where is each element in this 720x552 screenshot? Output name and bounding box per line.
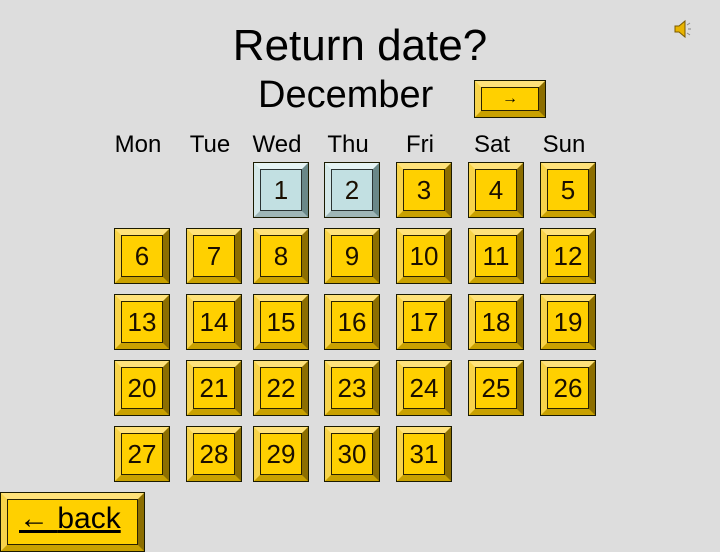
day-label: 31 <box>409 438 439 469</box>
day-label: 23 <box>337 372 367 403</box>
arrow-right-icon: → <box>502 90 518 107</box>
day-label: 9 <box>344 240 360 271</box>
day-button-11[interactable]: 11 <box>468 228 524 284</box>
day-button-18[interactable]: 18 <box>468 294 524 350</box>
day-label: 8 <box>273 240 289 271</box>
day-button-24[interactable]: 24 <box>396 360 452 416</box>
day-label: 27 <box>127 438 157 469</box>
day-label: 12 <box>553 240 583 271</box>
day-button-25[interactable]: 25 <box>468 360 524 416</box>
day-label: 15 <box>266 306 296 337</box>
weekday-sat: Sat <box>473 131 511 158</box>
day-label: 7 <box>206 240 222 271</box>
day-label: 19 <box>553 306 583 337</box>
day-label: 13 <box>127 306 157 337</box>
day-button-5[interactable]: 5 <box>540 162 596 218</box>
page-title: Return date? <box>232 21 488 70</box>
day-button-3[interactable]: 3 <box>396 162 452 218</box>
weekday-tue: Tue <box>189 131 231 158</box>
day-label: 25 <box>481 372 511 403</box>
day-button-19[interactable]: 19 <box>540 294 596 350</box>
day-label: 20 <box>127 372 157 403</box>
day-label: 18 <box>481 306 511 337</box>
day-label: 10 <box>409 240 439 271</box>
day-label: 28 <box>199 438 229 469</box>
speaker-icon[interactable] <box>672 18 694 40</box>
day-label: 4 <box>488 174 504 205</box>
weekday-mon: Mon <box>114 131 162 158</box>
day-label: 3 <box>416 174 432 205</box>
day-label: 30 <box>337 438 367 469</box>
arrow-left-icon: ← <box>19 502 49 535</box>
weekday-fri: Fri <box>406 131 434 158</box>
day-button-23[interactable]: 23 <box>324 360 380 416</box>
day-button-17[interactable]: 17 <box>396 294 452 350</box>
day-button-27[interactable]: 27 <box>114 426 170 482</box>
day-label: 1 <box>273 174 289 205</box>
day-label: 5 <box>560 174 576 205</box>
day-button-6[interactable]: 6 <box>114 228 170 284</box>
day-button-31[interactable]: 31 <box>396 426 452 482</box>
day-button-14[interactable]: 14 <box>186 294 242 350</box>
day-label: 11 <box>482 240 510 271</box>
day-button-10[interactable]: 10 <box>396 228 452 284</box>
day-label: 17 <box>409 306 439 337</box>
day-label: 24 <box>409 372 439 403</box>
day-label: 6 <box>134 240 150 271</box>
day-button-12[interactable]: 12 <box>540 228 596 284</box>
day-button-9[interactable]: 9 <box>324 228 380 284</box>
back-button[interactable]: ← back <box>0 492 145 552</box>
day-label: 14 <box>199 306 229 337</box>
back-label: back <box>57 502 121 535</box>
day-button-28[interactable]: 28 <box>186 426 242 482</box>
day-button-7[interactable]: 7 <box>186 228 242 284</box>
next-month-button[interactable]: → <box>474 80 546 118</box>
day-button-8[interactable]: 8 <box>253 228 309 284</box>
weekday-thu: Thu <box>327 131 369 158</box>
day-label: 22 <box>266 372 296 403</box>
day-button-20[interactable]: 20 <box>114 360 170 416</box>
day-button-2: 2 <box>324 162 380 218</box>
day-button-26[interactable]: 26 <box>540 360 596 416</box>
day-button-30[interactable]: 30 <box>324 426 380 482</box>
day-button-1: 1 <box>253 162 309 218</box>
weekday-wed: Wed <box>252 131 302 158</box>
weekday-sun: Sun <box>542 131 586 158</box>
day-button-29[interactable]: 29 <box>253 426 309 482</box>
month-label: December <box>258 74 434 116</box>
day-button-22[interactable]: 22 <box>253 360 309 416</box>
day-label: 21 <box>199 372 229 403</box>
day-button-21[interactable]: 21 <box>186 360 242 416</box>
day-button-4[interactable]: 4 <box>468 162 524 218</box>
day-label: 29 <box>266 438 296 469</box>
day-button-15[interactable]: 15 <box>253 294 309 350</box>
day-button-13[interactable]: 13 <box>114 294 170 350</box>
day-label: 26 <box>553 372 583 403</box>
day-label: 16 <box>337 306 367 337</box>
day-button-16[interactable]: 16 <box>324 294 380 350</box>
day-label: 2 <box>344 174 360 205</box>
